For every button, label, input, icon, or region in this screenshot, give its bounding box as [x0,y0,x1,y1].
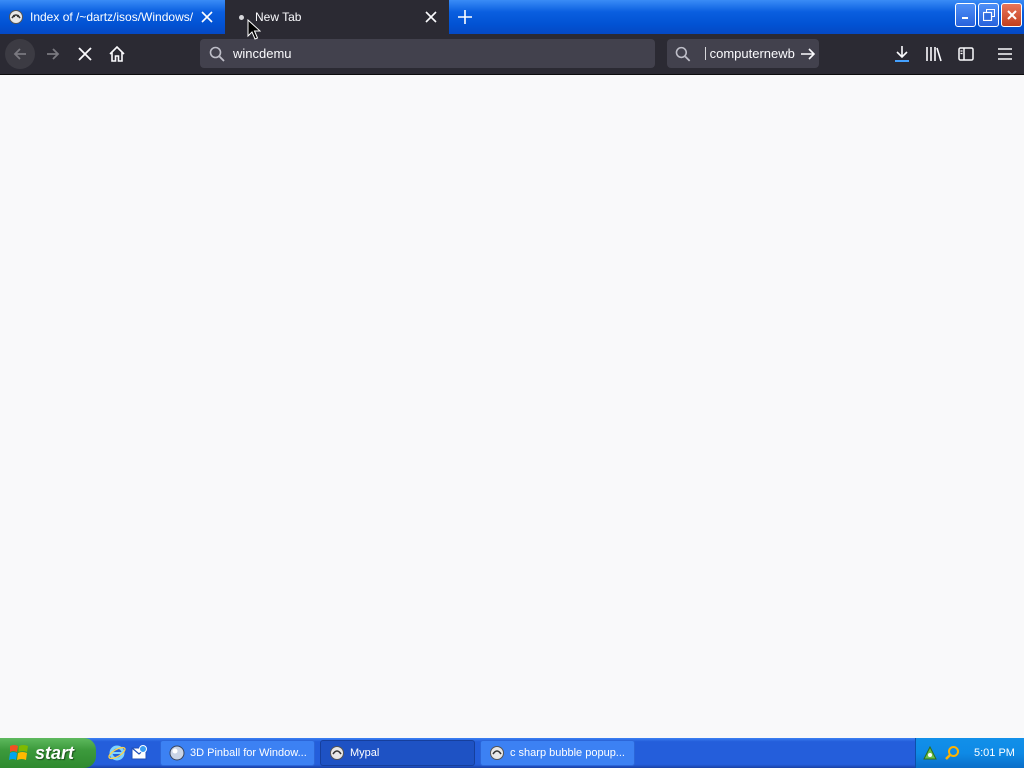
internet-explorer-icon[interactable] [108,744,126,762]
taskbar-item-bubble-popup[interactable]: c sharp bubble popup... [480,740,635,766]
taskbar-item-mypal[interactable]: Mypal [320,740,475,766]
back-button[interactable] [5,39,35,69]
search-bar[interactable]: computernewb [667,39,819,68]
arrow-right-icon [801,47,816,60]
minimize-icon [961,17,968,19]
library-button[interactable] [920,40,948,68]
close-window-button[interactable] [1001,3,1022,27]
stop-icon [78,47,92,61]
tab-label: New Tab [255,10,302,24]
search-icon [675,46,691,61]
taskbar-item-pinball[interactable]: 3D Pinball for Window... [160,740,315,766]
hamburger-menu-icon [998,48,1012,60]
restore-icon [982,9,995,21]
taskbar-item-label: c sharp bubble popup... [510,747,625,759]
close-icon [1006,10,1017,20]
search-tray-icon[interactable] [944,745,960,761]
tab-label: Index of /~dartz/isos/Windows/ [30,10,194,24]
download-icon [895,46,909,62]
close-tab-icon[interactable] [195,5,219,29]
text-caret [704,47,706,60]
sidebar-icon [958,47,974,61]
system-tray: 5:01 PM [915,738,1024,768]
mypal-icon [489,745,505,761]
home-button[interactable] [102,39,132,69]
taskbar-item-label: 3D Pinball for Window... [190,747,307,759]
tab-strip: Index of /~dartz/isos/Windows/ New Tab [0,0,1024,34]
outlook-express-icon[interactable] [130,744,148,762]
address-bar[interactable]: wincdemu [200,39,655,68]
taskbar-item-label: Mypal [350,747,380,759]
tab-index-windows[interactable]: Index of /~dartz/isos/Windows/ [0,0,225,34]
page-content [0,75,1024,738]
new-tab-button[interactable] [452,4,478,30]
mypal-icon [8,9,24,25]
search-icon [209,46,225,62]
mouse-cursor-icon [247,19,261,40]
navigation-toolbar: wincdemu computernewb [0,34,1024,75]
taskbar: start 3D Pinball for Window... Mypal c s… [0,738,1024,768]
back-arrow-icon [13,48,26,60]
home-icon [109,45,125,62]
forward-arrow-icon [47,48,60,60]
close-tab-icon[interactable] [419,5,443,29]
minimize-button[interactable] [955,3,976,27]
url-input-value[interactable]: wincdemu [233,46,292,61]
start-label: start [35,742,75,763]
windows-logo-icon [9,745,28,760]
forward-button[interactable] [38,39,68,69]
plus-icon [458,10,472,24]
search-go-button[interactable] [798,43,819,65]
downloads-button[interactable] [888,40,916,68]
clock: 5:01 PM [974,747,1015,759]
mypal-icon [329,745,345,761]
sidebar-toggle-button[interactable] [952,40,980,68]
restore-button[interactable] [978,3,999,27]
menu-button[interactable] [991,40,1019,68]
search-input-value[interactable]: computernewb [710,46,796,61]
library-icon [926,47,942,62]
start-button[interactable]: start [0,738,96,768]
pinball-icon [169,745,185,761]
network-icon[interactable] [922,745,938,761]
stop-button[interactable] [70,39,100,69]
